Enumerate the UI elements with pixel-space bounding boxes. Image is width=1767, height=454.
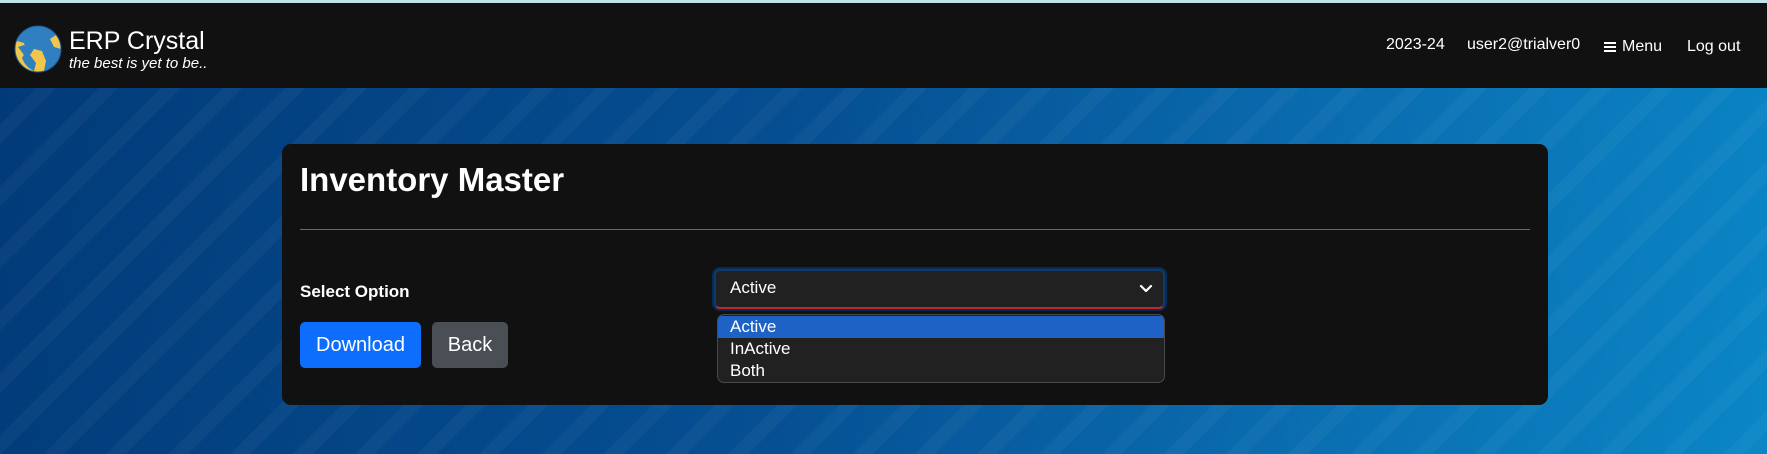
select-current-value: Active	[730, 278, 777, 297]
page-title: Inventory Master	[300, 161, 565, 198]
globe-icon[interactable]	[14, 25, 62, 73]
status-select[interactable]: Active	[714, 269, 1165, 309]
option-active[interactable]: Active	[718, 316, 1164, 338]
select-option-label: Select Option	[300, 282, 410, 301]
user-email[interactable]: user2@trialver0	[1467, 35, 1580, 55]
menu-button[interactable]: Menu	[1604, 37, 1662, 57]
title-divider	[300, 229, 1530, 230]
back-button[interactable]: Back	[432, 322, 508, 368]
brand-name[interactable]: ERP Crystal	[69, 27, 205, 55]
menu-label: Menu	[1622, 38, 1663, 55]
logout-link[interactable]: Log out	[1687, 37, 1740, 57]
option-inactive[interactable]: InActive	[718, 338, 1164, 360]
brand-tagline: the best is yet to be..	[69, 55, 208, 72]
option-both[interactable]: Both	[718, 360, 1164, 382]
fiscal-year[interactable]: 2023-24	[1386, 35, 1445, 55]
download-button[interactable]: Download	[300, 322, 421, 368]
navbar: ERP Crystal the best is yet to be.. 2023…	[0, 3, 1767, 88]
select-dropdown-list: Active InActive Both	[717, 314, 1165, 383]
hamburger-icon	[1604, 42, 1616, 52]
chevron-down-icon	[1139, 284, 1153, 293]
